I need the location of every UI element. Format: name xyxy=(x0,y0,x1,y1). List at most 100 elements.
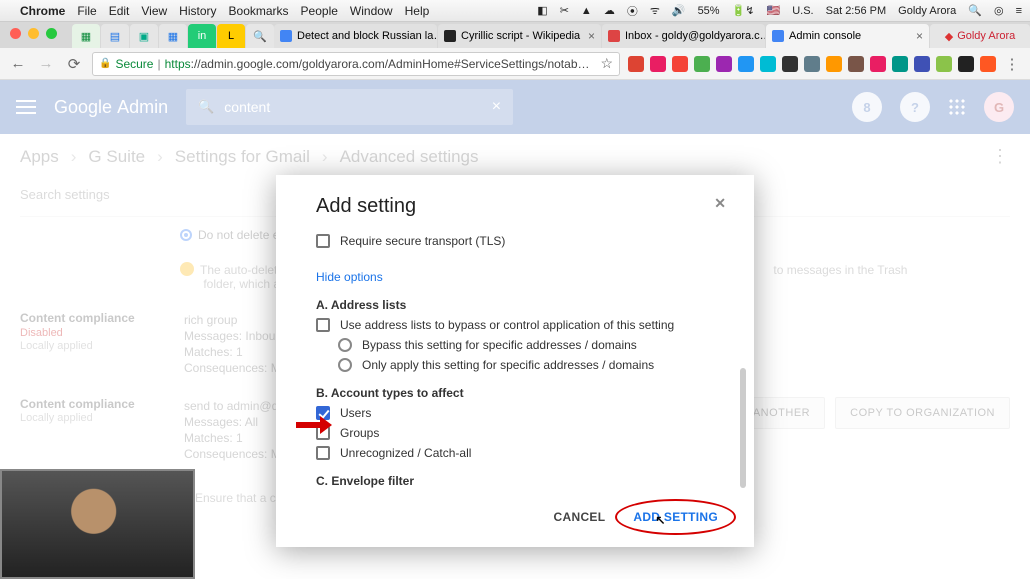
ext-icon[interactable] xyxy=(782,56,798,72)
admin-search-input[interactable] xyxy=(224,99,481,115)
flag-icon: 🇺🇸 xyxy=(767,4,781,17)
menu-view[interactable]: View xyxy=(141,4,167,18)
ext-icon[interactable] xyxy=(694,56,710,72)
status-icon: ◧ xyxy=(537,4,547,17)
browser-tab-active[interactable]: Admin console× xyxy=(766,24,929,48)
menubar-app[interactable]: Chrome xyxy=(20,4,65,18)
pinned-tab[interactable]: 🔍 xyxy=(246,24,274,48)
menu-people[interactable]: People xyxy=(301,4,338,18)
pinned-tab[interactable]: L xyxy=(217,24,245,48)
battery-icon: 🔋↯ xyxy=(732,4,755,17)
admin-header: Google Admin 🔍 × 8 ? G xyxy=(0,80,1030,134)
cursor-icon: ↖ xyxy=(655,513,665,527)
ext-icon[interactable] xyxy=(936,56,952,72)
breadcrumb-item[interactable]: Settings for Gmail xyxy=(175,147,310,167)
browser-tab[interactable]: Cyrillic script - Wikipedia× xyxy=(438,24,601,48)
ext-icon[interactable] xyxy=(848,56,864,72)
address-bar[interactable]: 🔒 Secure | https://admin.google.com/gold… xyxy=(92,52,620,76)
add-setting-modal: Add setting ✕ Require secure transport (… xyxy=(276,175,754,547)
menu-icon[interactable]: ≡ xyxy=(1016,5,1022,17)
siri-icon[interactable]: ◎ xyxy=(994,4,1004,17)
breadcrumb-item[interactable]: G Suite xyxy=(88,147,145,167)
menu-bookmarks[interactable]: Bookmarks xyxy=(229,4,289,18)
clock: Sat 2:56 PM xyxy=(826,5,887,17)
close-window-button[interactable] xyxy=(10,28,21,39)
section-a-title: A. Address lists xyxy=(316,298,714,312)
bookmark-star-icon[interactable]: ☆ xyxy=(600,55,613,72)
fullscreen-window-button[interactable] xyxy=(46,28,57,39)
volume-icon: 🔊 xyxy=(672,4,686,17)
catchall-checkbox[interactable] xyxy=(316,446,330,460)
admin-search[interactable]: 🔍 × xyxy=(186,89,513,125)
ext-icon[interactable] xyxy=(738,56,754,72)
ext-icon[interactable] xyxy=(826,56,842,72)
add-setting-button[interactable]: ADD SETTING ↖ xyxy=(625,505,726,529)
ext-icon[interactable] xyxy=(804,56,820,72)
browser-tab[interactable]: Detect and block Russian la…× xyxy=(274,24,437,48)
menu-file[interactable]: File xyxy=(77,4,96,18)
status-icon: ᯤ xyxy=(650,3,660,18)
menubar-user[interactable]: Goldy Arora xyxy=(898,5,956,17)
pinned-tab[interactable]: ▣ xyxy=(130,24,158,48)
pinned-tab[interactable]: ▦ xyxy=(159,24,187,48)
menu-edit[interactable]: Edit xyxy=(109,4,130,18)
ext-icon[interactable] xyxy=(892,56,908,72)
only-apply-radio[interactable] xyxy=(338,358,352,372)
ext-icon[interactable] xyxy=(760,56,776,72)
address-list-checkbox[interactable] xyxy=(316,318,330,332)
ext-icon[interactable] xyxy=(672,56,688,72)
extension-tab[interactable]: ◆Goldy Arora xyxy=(930,24,1030,48)
browser-tab[interactable]: Inbox - goldy@goldyarora.c…× xyxy=(602,24,765,48)
hide-options-link[interactable]: Hide options xyxy=(316,270,714,284)
close-icon[interactable]: × xyxy=(916,29,923,43)
reload-button[interactable]: ⟳ xyxy=(64,54,84,74)
close-icon[interactable]: ✕ xyxy=(714,195,726,212)
overflow-menu-icon[interactable]: ⋮ xyxy=(991,146,1010,167)
menu-window[interactable]: Window xyxy=(350,4,393,18)
ext-icon[interactable] xyxy=(650,56,666,72)
section-b-title: B. Account types to affect xyxy=(316,386,714,400)
apps-icon[interactable] xyxy=(948,98,966,116)
ext-icon[interactable] xyxy=(958,56,974,72)
pinned-tab[interactable]: ▤ xyxy=(101,24,129,48)
clear-search-icon[interactable]: × xyxy=(492,98,501,116)
hamburger-icon[interactable] xyxy=(16,100,36,114)
spotlight-icon[interactable]: 🔍 xyxy=(968,4,982,17)
forward-button[interactable]: → xyxy=(36,54,56,74)
macos-menubar: Chrome File Edit View History Bookmarks … xyxy=(0,0,1030,22)
minimize-window-button[interactable] xyxy=(28,28,39,39)
help-icon[interactable]: ? xyxy=(900,92,930,122)
lock-icon: 🔒 xyxy=(99,58,111,69)
setting-state: Disabled xyxy=(20,327,170,339)
secure-label: Secure xyxy=(115,57,153,71)
menu-help[interactable]: Help xyxy=(405,4,430,18)
ext-icon[interactable] xyxy=(716,56,732,72)
copy-to-org-button[interactable]: COPY TO ORGANIZATION xyxy=(835,397,1010,429)
ext-icon[interactable] xyxy=(628,56,644,72)
annotation-arrow xyxy=(296,416,332,437)
back-button[interactable]: ← xyxy=(8,54,28,74)
setting-title: Content compliance xyxy=(20,311,170,325)
menu-history[interactable]: History xyxy=(179,4,216,18)
ext-icon[interactable] xyxy=(870,56,886,72)
account-avatar[interactable]: G xyxy=(984,92,1014,122)
pinned-tab[interactable]: ▦ xyxy=(72,24,100,48)
pinned-tabs: ▦ ▤ ▣ ▦ in L 🔍 xyxy=(72,24,274,48)
cancel-button[interactable]: CANCEL xyxy=(554,510,606,524)
ext-icon[interactable] xyxy=(980,56,996,72)
bypass-radio[interactable] xyxy=(338,338,352,352)
modal-scrollbar[interactable] xyxy=(740,368,746,488)
pinned-tab[interactable]: in xyxy=(188,24,216,48)
breadcrumb-item[interactable]: Apps xyxy=(20,147,59,167)
browser-menu-button[interactable]: ⋮ xyxy=(1002,54,1022,74)
browser-toolbar: ← → ⟳ 🔒 Secure | https://admin.google.co… xyxy=(0,48,1030,80)
notifications-badge[interactable]: 8 xyxy=(852,92,882,122)
status-icon: ✂ xyxy=(560,4,569,17)
status-icon: ▲ xyxy=(581,5,592,17)
section-c-title: C. Envelope filter xyxy=(316,474,714,488)
close-icon[interactable]: × xyxy=(588,29,595,43)
ext-icon[interactable] xyxy=(914,56,930,72)
tls-checkbox[interactable] xyxy=(316,234,330,248)
setting-title: Content compliance xyxy=(20,397,170,411)
browser-tabstrip: ▦ ▤ ▣ ▦ in L 🔍 Detect and block Russian … xyxy=(0,22,1030,48)
